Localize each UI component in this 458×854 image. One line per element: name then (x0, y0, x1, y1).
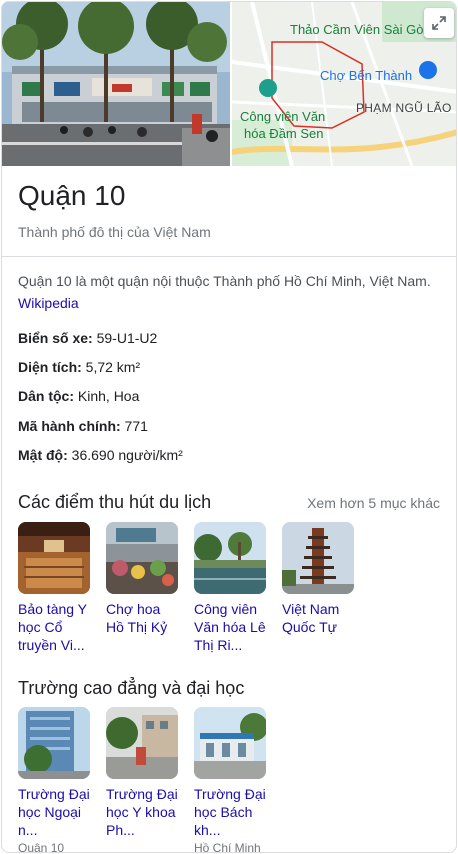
fact-value: Kinh, Hoa (74, 388, 140, 404)
attraction-thumbnail (106, 522, 178, 594)
college-card[interactable]: Trường Đại học Bách kh... Hồ Chí Minh (194, 707, 266, 853)
attraction-name: Việt Nam Quốc Tự (282, 601, 340, 635)
map-label-street: PHẠM NGŨ LÃO (356, 101, 452, 115)
expand-map-button[interactable] (424, 8, 454, 38)
panel-header: Quận 10 Thành phố đô thị của Việt Nam (18, 178, 211, 240)
fact-value: 5,72 km² (81, 359, 141, 375)
fact-label: Dân tộc: (18, 388, 74, 404)
college-name: Trường Đại học Y khoa Ph... (106, 786, 178, 838)
district-street-photo[interactable] (2, 2, 230, 166)
district-map[interactable]: Thảo Cầm Viên Sài Gò Chợ Bến Thành Công … (232, 2, 456, 166)
college-thumbnail (18, 707, 90, 779)
attraction-thumbnail (282, 522, 354, 594)
fact-license-plate: Biển số xe: 59-U1-U2 (18, 330, 157, 346)
attractions-more-link[interactable]: Xem hơn 5 mục khác (307, 495, 440, 511)
wikipedia-link[interactable]: Wikipedia (18, 295, 79, 311)
fact-label: Diện tích: (18, 359, 82, 375)
description: Quận 10 là một quận nội thuộc Thành phố … (18, 270, 446, 314)
fact-label: Biển số xe: (18, 330, 93, 346)
attraction-card[interactable]: Công viên Văn hóa Lê Thị Ri... (194, 522, 266, 654)
knowledge-panel: Thảo Cầm Viên Sài Gò Chợ Bến Thành Công … (1, 1, 457, 853)
attractions-title: Các điểm thu hút du lịch (18, 492, 212, 512)
attraction-name: Công viên Văn hóa Lê Thị Ri... (194, 601, 266, 653)
attractions-carousel: Bảo tàng Y học Cổ truyền Vi... Chợ hoa H… (18, 522, 354, 654)
colleges-carousel: Trường Đại học Ngoại n... Quận 10 Trường… (18, 707, 266, 853)
description-text: Quận 10 là một quận nội thuộc Thành phố … (18, 273, 431, 289)
attraction-thumbnail (194, 522, 266, 594)
college-card[interactable]: Trường Đại học Y khoa Ph... (106, 707, 178, 852)
hero-media: Thảo Cầm Viên Sài Gò Chợ Bến Thành Công … (2, 2, 456, 166)
college-name: Trường Đại học Bách kh... (194, 786, 266, 838)
fact-ethnicity: Dân tộc: Kinh, Hoa (18, 388, 139, 404)
college-thumbnail (194, 707, 266, 779)
map-label-park-line1: Công viên Văn (240, 109, 326, 124)
divider (2, 256, 456, 257)
fact-label: Mã hành chính: (18, 418, 121, 434)
fact-label: Mật độ: (18, 447, 68, 463)
attraction-card[interactable]: Bảo tàng Y học Cổ truyền Vi... (18, 522, 90, 654)
fact-value: 36.690 người/km² (67, 447, 183, 463)
attraction-name: Chợ hoa Hồ Thị Kỷ (106, 601, 168, 635)
college-location: Quận 10 (18, 841, 65, 853)
college-card[interactable]: Trường Đại học Ngoại n... Quận 10 (18, 707, 90, 853)
fact-value: 771 (120, 418, 148, 434)
fact-admin-code: Mã hành chính: 771 (18, 418, 148, 434)
college-thumbnail (106, 707, 178, 779)
attraction-card[interactable]: Việt Nam Quốc Tự (282, 522, 354, 654)
page-title: Quận 10 (18, 180, 126, 211)
fact-area: Diện tích: 5,72 km² (18, 359, 140, 375)
fact-density: Mật độ: 36.690 người/km² (18, 447, 183, 463)
expand-icon (432, 16, 446, 30)
college-name: Trường Đại học Ngoại n... (18, 786, 90, 838)
attraction-card[interactable]: Chợ hoa Hồ Thị Kỷ (106, 522, 178, 654)
page-subtitle: Thành phố đô thị của Việt Nam (18, 224, 211, 240)
attraction-name: Bảo tàng Y học Cổ truyền Vi... (18, 601, 87, 653)
map-label-zoo: Thảo Cầm Viên Sài Gò (290, 22, 424, 37)
colleges-title: Trường cao đẳng và đại học (18, 678, 245, 698)
college-location: Hồ Chí Minh (194, 841, 261, 853)
map-label-market: Chợ Bến Thành (320, 68, 413, 83)
fact-value: 59-U1-U2 (92, 330, 158, 346)
map-label-park-line2: hóa Đầm Sen (244, 126, 324, 141)
attraction-thumbnail (18, 522, 90, 594)
